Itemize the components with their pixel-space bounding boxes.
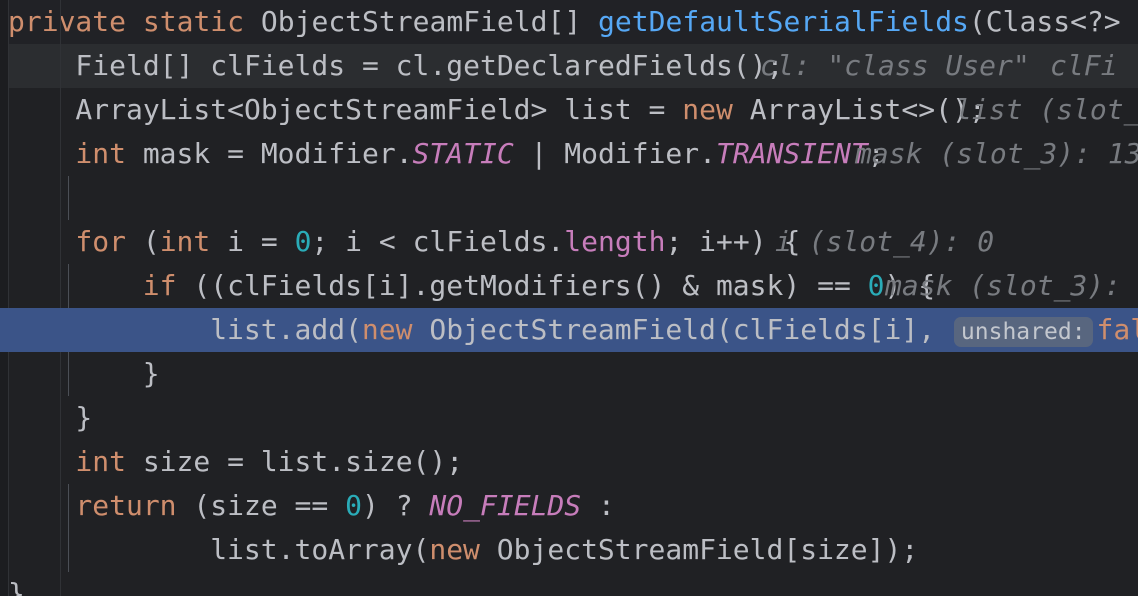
- indent-guide-line: [68, 176, 69, 220]
- number-token: 0: [345, 489, 362, 522]
- code-line[interactable]: }: [0, 572, 1138, 596]
- code-line[interactable]: return (size == 0) ? NO_FIELDS :: [0, 484, 1138, 528]
- keyword-token: for: [75, 225, 126, 258]
- keyword-token: static: [142, 5, 245, 38]
- parameter-name-hint: unshared:: [953, 317, 1093, 347]
- code-line-text: Field[] clFields = cl.getDeclaredFields(…: [75, 44, 783, 88]
- static-field-token: STATIC: [412, 137, 514, 170]
- code-line[interactable]: }: [0, 352, 1138, 396]
- keyword-token: false: [1096, 313, 1138, 346]
- code-line-text: }: [143, 352, 160, 396]
- code-line-text: ArrayList<ObjectStreamField> list = new …: [75, 88, 985, 132]
- static-field-token: TRANSIENT: [716, 137, 868, 170]
- code-token: ArrayList<ObjectStreamField> list =: [75, 93, 683, 126]
- code-token: ; i < clFields.: [311, 225, 565, 258]
- indent-guide-line: [68, 484, 69, 572]
- code-line[interactable]: private static ObjectStreamField[] getDe…: [0, 0, 1138, 44]
- keyword-token: private: [8, 5, 127, 38]
- code-token: size = list.size();: [125, 445, 464, 478]
- code-line[interactable]: list.toArray(new ObjectStreamField[size]…: [0, 528, 1138, 572]
- inline-debug-value-hint[interactable]: mask (slot_3): 136: [855, 132, 1138, 176]
- code-token: mask = Modifier.: [125, 137, 413, 170]
- gutter-separator: [8, 0, 9, 596]
- static-field-token: NO_FIELDS: [429, 489, 582, 522]
- code-token: ObjectStreamField[size]);: [479, 533, 919, 566]
- field-token: length: [564, 225, 666, 258]
- code-line[interactable]: int size = list.size();: [0, 440, 1138, 484]
- code-token: }: [8, 577, 25, 596]
- inline-debug-value-hint[interactable]: clFi: [1050, 44, 1117, 88]
- code-token: ArrayList<>();: [732, 93, 986, 126]
- code-line-text: return (size == 0) ? NO_FIELDS :: [75, 484, 614, 528]
- code-line[interactable]: int mask = Modifier.STATIC | Modifier.TR…: [0, 132, 1138, 176]
- code-line[interactable]: }: [0, 396, 1138, 440]
- keyword-token: int: [75, 137, 126, 170]
- keyword-token: if: [142, 269, 177, 302]
- code-token: Field[] clFields = cl.getDeclaredFields(…: [75, 49, 784, 82]
- inline-debug-value-hint[interactable]: cl: "class User": [760, 44, 1030, 88]
- code-token: (: [125, 225, 160, 258]
- code-line[interactable]: [0, 176, 1138, 220]
- code-line-text: for (int i = 0; i < clFields.length; i++…: [75, 220, 800, 264]
- code-token: (Class<?> cl) {: [968, 5, 1138, 38]
- keyword-token: int: [159, 225, 211, 258]
- number-token: 0: [294, 225, 312, 258]
- code-token: ((clFields[i].getModifiers() & mask) ==: [176, 269, 868, 302]
- code-line-text: int mask = Modifier.STATIC | Modifier.TR…: [75, 132, 884, 176]
- code-line-text: }: [75, 396, 92, 440]
- code-line-text: list.add(new ObjectStreamField(clFields[…: [210, 308, 1138, 354]
- code-token: }: [142, 357, 160, 390]
- inline-debug-value-hint[interactable]: mask (slot_3): 1: [885, 264, 1138, 308]
- code-token: list.add(: [210, 313, 362, 346]
- code-token: ObjectStreamField[]: [244, 5, 599, 38]
- inline-debug-value-hint[interactable]: i (slot_4): 0: [775, 220, 994, 264]
- keyword-token: new: [682, 93, 733, 126]
- code-line[interactable]: Field[] clFields = cl.getDeclaredFields(…: [0, 44, 1138, 88]
- gutter-separator: [60, 0, 61, 596]
- code-line-text: list.toArray(new ObjectStreamField[size]…: [210, 528, 918, 572]
- code-token: ) ?: [361, 489, 430, 522]
- code-token: :: [581, 489, 615, 522]
- code-token: ObjectStreamField(clFields[i],: [412, 313, 952, 346]
- code-editor-viewport[interactable]: private static ObjectStreamField[] getDe…: [0, 0, 1138, 596]
- editor-gutter[interactable]: [0, 0, 8, 596]
- code-area[interactable]: private static ObjectStreamField[] getDe…: [0, 0, 1138, 596]
- code-token: | Modifier.: [513, 137, 716, 170]
- code-line[interactable]: if ((clFields[i].getModifiers() & mask) …: [0, 264, 1138, 308]
- code-token: (size ==: [176, 489, 346, 522]
- code-line-text: int size = list.size();: [75, 440, 463, 484]
- code-line-text: private static ObjectStreamField[] getDe…: [8, 0, 1138, 44]
- code-token: }: [75, 401, 93, 434]
- code-line[interactable]: list.add(new ObjectStreamField(clFields[…: [0, 308, 1138, 352]
- method-name-token: getDefaultSerialFields: [598, 5, 969, 38]
- keyword-token: return: [75, 489, 177, 522]
- code-token: i =: [210, 225, 295, 258]
- inline-debug-value-hint[interactable]: list (slot_2: [955, 88, 1138, 132]
- code-line[interactable]: for (int i = 0; i < clFields.length; i++…: [0, 220, 1138, 264]
- keyword-token: new: [361, 313, 413, 346]
- number-token: 0: [867, 269, 885, 302]
- keyword-token: new: [429, 533, 480, 566]
- keyword-token: int: [75, 445, 126, 478]
- code-token: list.toArray(: [210, 533, 430, 566]
- code-line[interactable]: ArrayList<ObjectStreamField> list = new …: [0, 88, 1138, 132]
- code-line-text: }: [8, 572, 25, 596]
- code-line-text: if ((clFields[i].getModifiers() & mask) …: [143, 264, 935, 308]
